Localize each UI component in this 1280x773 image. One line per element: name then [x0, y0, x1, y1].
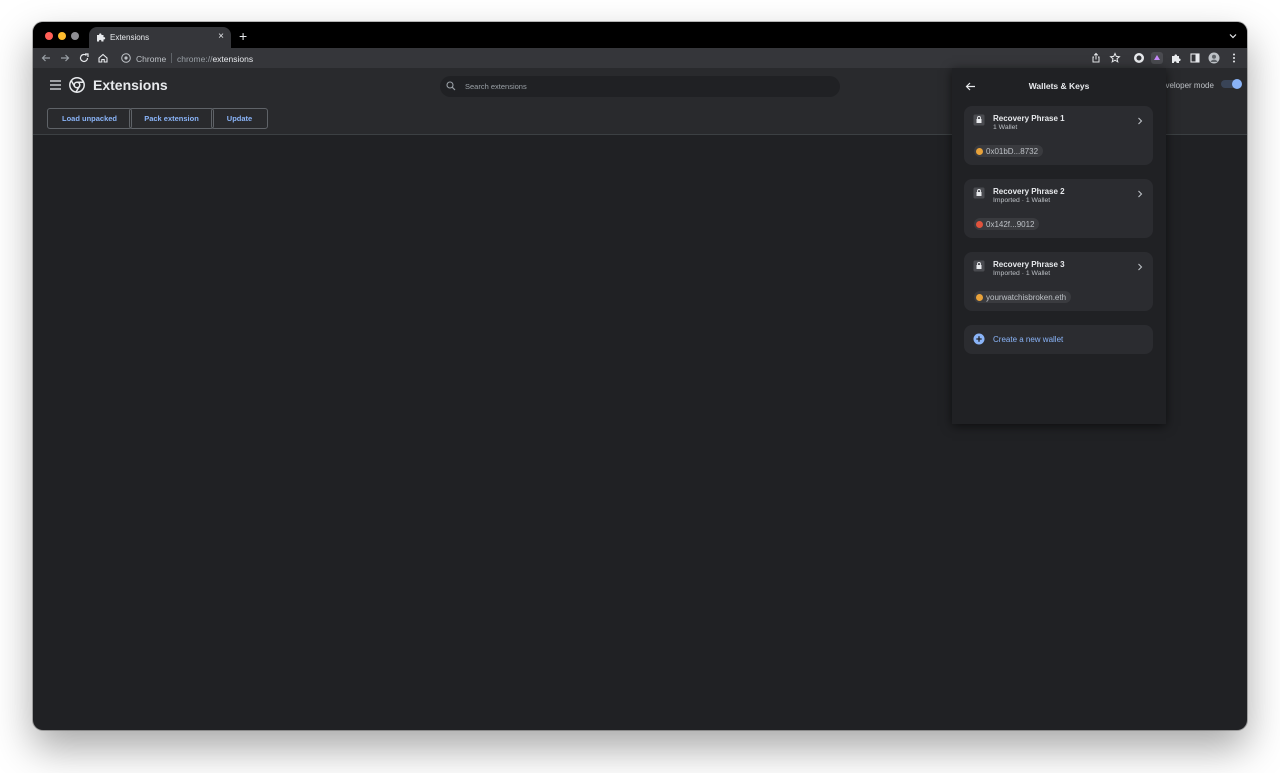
minimize-window-button[interactable] — [58, 32, 66, 40]
share-icon[interactable] — [1090, 52, 1102, 64]
browser-window: Extensions × + Chrome chrome://extension… — [33, 22, 1247, 730]
load-unpacked-button[interactable]: Load unpacked — [47, 108, 132, 129]
wallet-avatar-dot — [976, 220, 983, 228]
site-label: Chrome — [136, 54, 167, 64]
wallet-address-chip[interactable]: 0x01bD...8732 — [974, 145, 1044, 157]
chrome-site-icon — [121, 53, 131, 63]
wallet-extension-icon[interactable] — [1133, 52, 1145, 64]
page-title: Extensions — [93, 77, 168, 93]
wallet-address-chip[interactable]: yourwatchisbroken.eth — [974, 291, 1072, 303]
tab-strip: Extensions × + — [33, 22, 1247, 48]
search-input[interactable]: Search extensions — [440, 76, 840, 97]
wallet-avatar-dot — [976, 293, 983, 301]
phrase-subtitle: 1 Wallet — [993, 124, 1018, 131]
recovery-phrase-card[interactable]: Recovery Phrase 1 1 Wallet 0x01bD...8732 — [964, 106, 1153, 165]
tab-close-button[interactable]: × — [218, 31, 224, 42]
wallet-address-chip[interactable]: 0x142f...9012 — [974, 218, 1040, 230]
toggle-knob — [1232, 79, 1242, 89]
wallet-address: yourwatchisbroken.eth — [986, 292, 1067, 302]
chevron-down-icon[interactable] — [1229, 32, 1237, 40]
create-wallet-label: Create a new wallet — [993, 335, 1064, 344]
wallet-address: 0x142f...9012 — [986, 219, 1035, 229]
omnibox-divider — [171, 53, 172, 63]
phrase-subtitle: Imported · 1 Wallet — [993, 197, 1051, 204]
forward-icon[interactable] — [59, 52, 71, 64]
tab-extensions[interactable]: Extensions × — [89, 27, 231, 48]
url-text: chrome://extensions — [177, 54, 253, 64]
bookmark-star-icon[interactable] — [1109, 52, 1121, 64]
developer-mode-toggle[interactable] — [1221, 79, 1242, 89]
chrome-logo-icon — [69, 77, 85, 93]
tab-title: Extensions — [110, 33, 150, 42]
zoom-window-button[interactable] — [71, 32, 79, 40]
active-extension-icon[interactable] — [1151, 52, 1163, 64]
lock-icon — [973, 260, 985, 272]
puzzle-icon — [97, 33, 106, 42]
recovery-phrase-card[interactable]: Recovery Phrase 3 Imported · 1 Wallet yo… — [964, 252, 1153, 311]
kebab-menu-icon[interactable] — [1228, 52, 1240, 64]
hamburger-menu-icon[interactable] — [50, 80, 61, 90]
wallets-popup: Wallets & Keys Recovery Phrase 1 1 Walle… — [952, 68, 1166, 424]
phrase-subtitle: Imported · 1 Wallet — [993, 270, 1051, 277]
create-wallet-button[interactable]: Create a new wallet — [964, 325, 1153, 354]
profile-avatar-icon[interactable] — [1208, 52, 1220, 64]
url-scheme: chrome:// — [177, 54, 213, 64]
popup-title: Wallets & Keys — [1028, 81, 1090, 91]
recovery-phrase-card[interactable]: Recovery Phrase 2 Imported · 1 Wallet 0x… — [964, 179, 1153, 238]
chevron-right-icon — [1138, 190, 1143, 198]
url-host: extensions — [212, 54, 254, 64]
pack-extension-button[interactable]: Pack extension — [129, 108, 214, 129]
home-icon[interactable] — [97, 52, 109, 64]
lock-icon — [973, 114, 985, 126]
address-bar[interactable]: Chrome chrome://extensions — [115, 50, 253, 66]
lock-icon — [973, 187, 985, 199]
phrase-name: Recovery Phrase 3 — [993, 260, 1065, 269]
search-placeholder: Search extensions — [465, 82, 527, 91]
new-tab-button[interactable]: + — [239, 29, 247, 43]
plus-circle-icon — [973, 333, 985, 345]
update-button[interactable]: Update — [211, 108, 268, 129]
wallet-avatar-dot — [976, 147, 983, 155]
search-icon — [446, 81, 456, 91]
side-panel-icon[interactable] — [1189, 52, 1201, 64]
chevron-right-icon — [1138, 117, 1143, 125]
wallet-address: 0x01bD...8732 — [986, 146, 1039, 156]
reload-icon[interactable] — [78, 52, 90, 64]
chevron-right-icon — [1138, 263, 1143, 271]
back-icon[interactable] — [40, 52, 52, 64]
puzzle-icon[interactable] — [1170, 52, 1182, 64]
close-window-button[interactable] — [45, 32, 53, 40]
browser-toolbar: Chrome chrome://extensions — [33, 48, 1247, 68]
phrase-name: Recovery Phrase 2 — [993, 187, 1065, 196]
phrase-name: Recovery Phrase 1 — [993, 114, 1065, 123]
developer-mode-label: eveloper mode — [1161, 81, 1214, 90]
